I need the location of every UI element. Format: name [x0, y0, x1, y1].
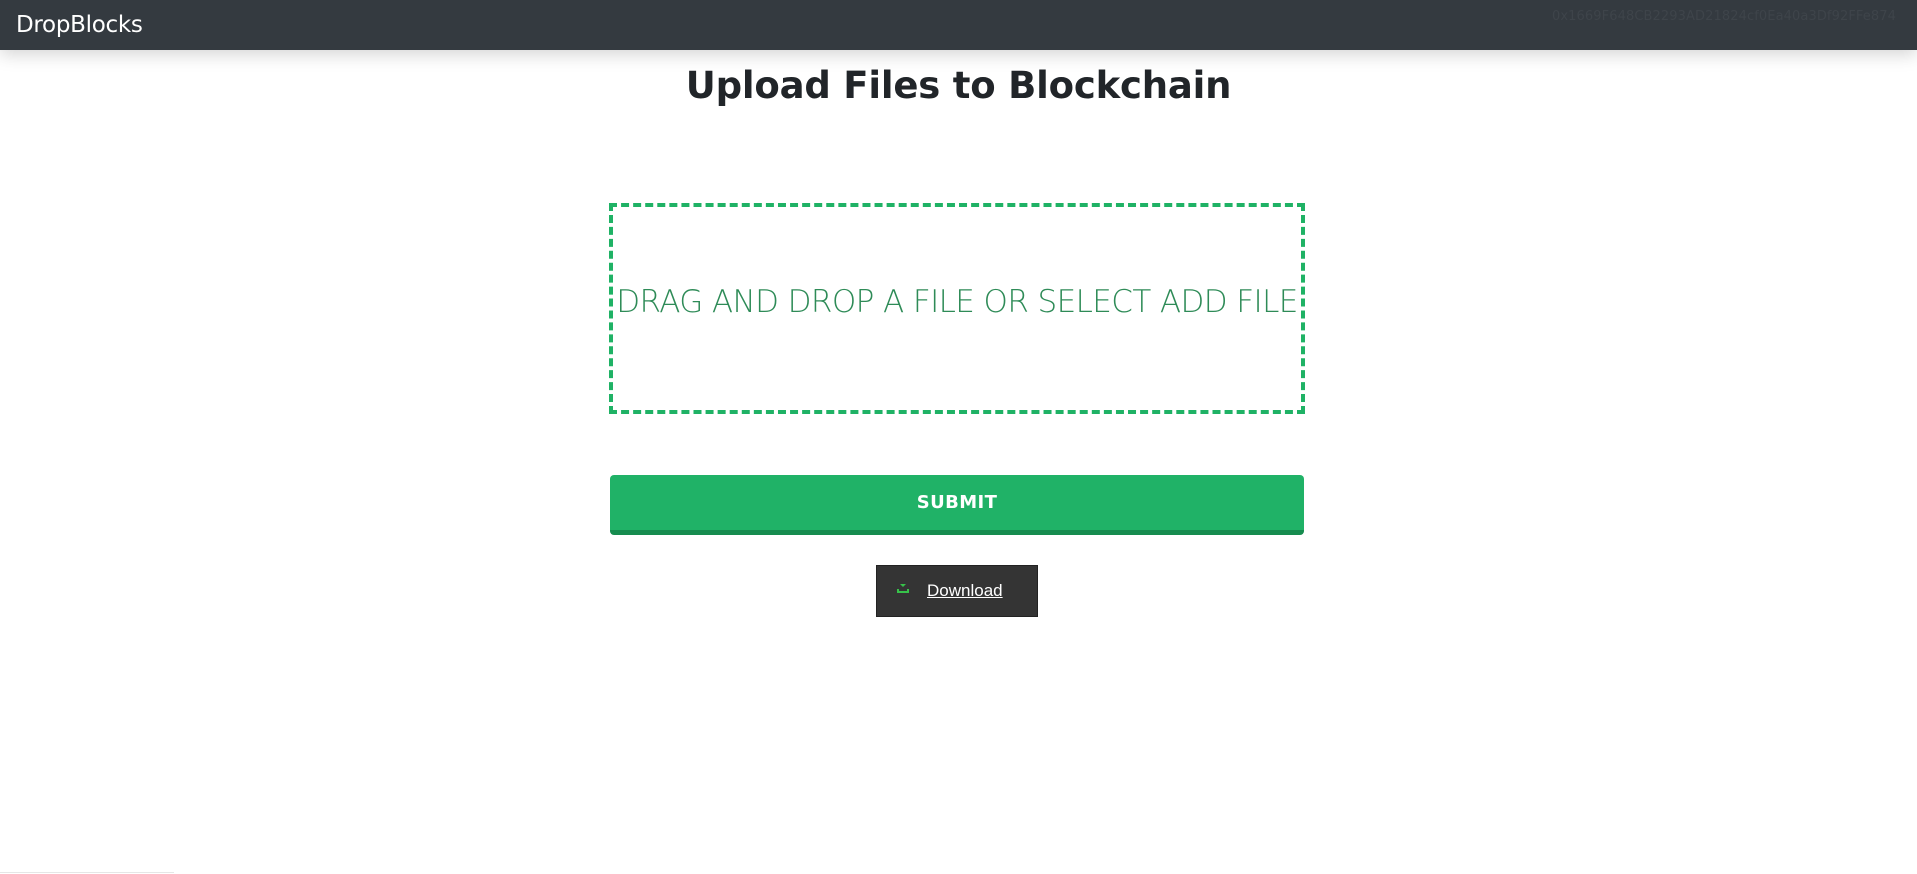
submit-button[interactable]: SUBMIT — [610, 475, 1304, 535]
navbar: DropBlocks 0x1669F648CB2293AD21824cf0Ea4… — [0, 0, 1917, 50]
brand-logo[interactable]: DropBlocks — [16, 11, 143, 39]
file-dropzone[interactable]: DRAG AND DROP A FILE OR SELECT ADD FILE — [609, 203, 1305, 414]
wallet-address: 0x1669F648CB2293AD21824cf0Ea40a3Df92FFe8… — [1551, 9, 1896, 24]
download-button[interactable]: Download — [876, 565, 1038, 617]
dropzone-instructions: DRAG AND DROP A FILE OR SELECT ADD FILE — [616, 283, 1298, 320]
download-link[interactable]: Download — [927, 581, 1003, 601]
download-icon — [897, 584, 909, 593]
page-title: Upload Files to Blockchain — [685, 64, 1232, 107]
divider — [0, 872, 174, 873]
